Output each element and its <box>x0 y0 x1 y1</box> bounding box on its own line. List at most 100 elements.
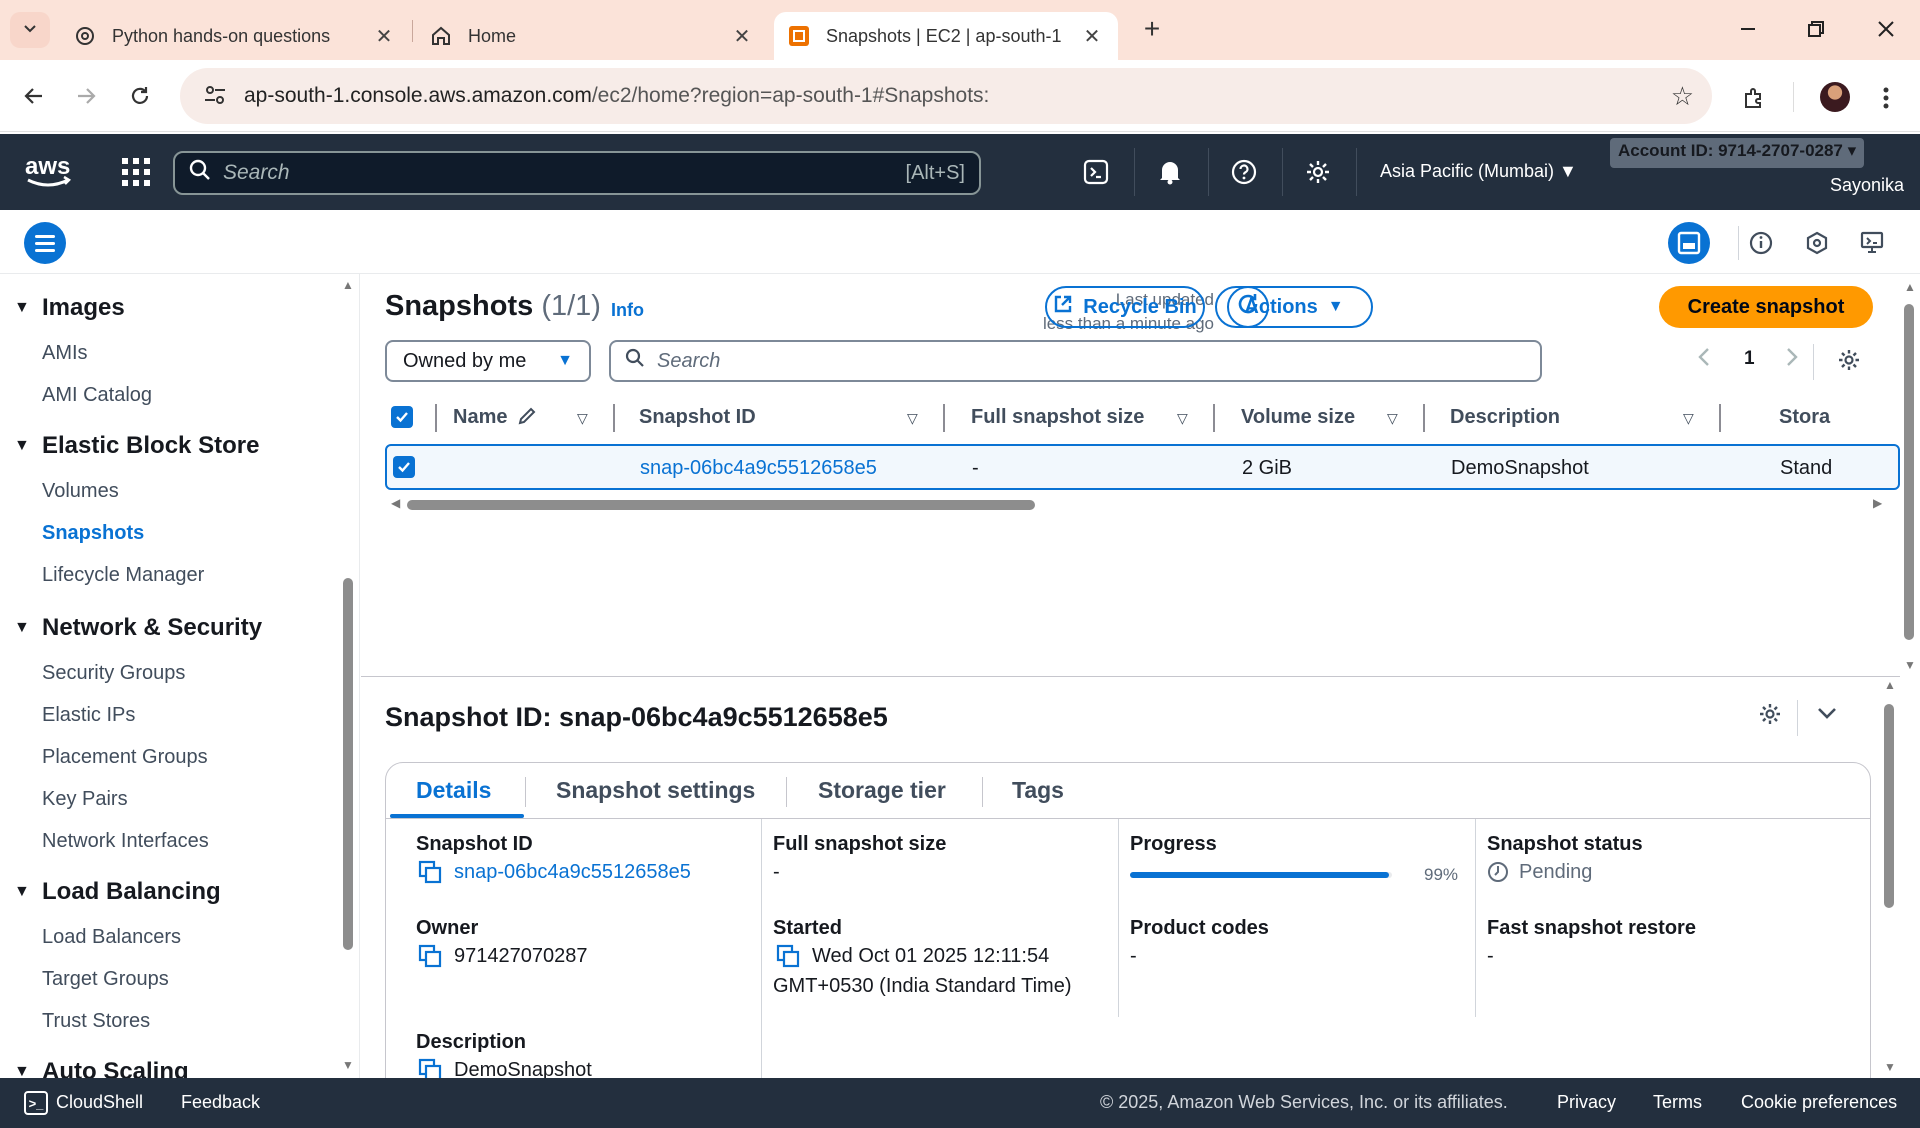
scroll-down-arrow[interactable]: ▼ <box>1884 1060 1896 1074</box>
extensions-icon[interactable] <box>1734 78 1774 118</box>
sort-icon[interactable]: ▽ <box>577 410 588 427</box>
scrollbar-thumb[interactable] <box>407 500 1035 510</box>
browser-tab-home[interactable]: Home ✕ <box>416 12 768 60</box>
sidebar-section-images[interactable]: ▼ Images <box>14 294 125 322</box>
footer-cookie-preferences-link[interactable]: Cookie preferences <box>1741 1092 1897 1113</box>
sidebar-item-target-groups[interactable]: Target Groups <box>42 968 169 991</box>
aws-search-input[interactable]: Search [Alt+S] <box>173 151 981 195</box>
page-number[interactable]: 1 <box>1744 348 1755 370</box>
scroll-down-arrow[interactable]: ▼ <box>1904 658 1916 672</box>
aws-logo[interactable]: aws <box>24 152 74 192</box>
scroll-right-arrow[interactable]: ▶ <box>1873 496 1882 510</box>
chevron-down-icon[interactable] <box>1816 702 1838 730</box>
tab-details[interactable]: Details <box>416 777 491 804</box>
account-id-badge[interactable]: Account ID: 9714-2707-0287 ▾ <box>1610 138 1865 168</box>
scrollbar-thumb[interactable] <box>1884 704 1894 908</box>
hamburger-menu-icon[interactable] <box>24 222 66 264</box>
services-menu-icon[interactable] <box>122 158 150 186</box>
split-panel-icon[interactable] <box>1668 222 1710 264</box>
gear-icon[interactable] <box>1837 348 1861 377</box>
sidebar-section-ebs[interactable]: ▼ Elastic Block Store <box>14 432 259 460</box>
column-header-volume-size[interactable]: Volume size <box>1241 406 1355 429</box>
next-page-icon[interactable] <box>1785 346 1799 374</box>
scrollbar-thumb[interactable] <box>343 578 353 950</box>
main-vertical-scrollbar[interactable]: ▲ ▼ <box>1900 274 1920 674</box>
sidebar-item-placement-groups[interactable]: Placement Groups <box>42 746 208 769</box>
tab-snapshot-settings[interactable]: Snapshot settings <box>556 777 755 804</box>
info-icon[interactable] <box>1740 222 1782 264</box>
scrollbar-thumb[interactable] <box>1904 304 1914 640</box>
tab-search-button[interactable] <box>10 12 50 48</box>
sidebar-item-amis[interactable]: AMIs <box>42 342 88 365</box>
feedback-monitor-icon[interactable] <box>1852 222 1894 264</box>
sidebar-item-load-balancers[interactable]: Load Balancers <box>42 926 181 949</box>
copy-icon[interactable] <box>418 941 444 971</box>
cell-snapshot-id-link[interactable]: snap-06bc4a9c5512658e5 <box>640 457 877 480</box>
reload-icon[interactable] <box>122 78 158 114</box>
footer-feedback-link[interactable]: Feedback <box>181 1092 260 1113</box>
snapshot-search-input[interactable]: Search <box>609 340 1542 382</box>
help-icon[interactable] <box>1226 154 1262 190</box>
close-window-icon[interactable] <box>1871 14 1901 44</box>
column-header-snapshot-id[interactable]: Snapshot ID <box>639 406 756 429</box>
scroll-up-arrow[interactable]: ▲ <box>342 278 354 292</box>
table-row[interactable]: snap-06bc4a9c5512658e5 - 2 GiB DemoSnaps… <box>385 444 1900 490</box>
sidebar-item-elastic-ips[interactable]: Elastic IPs <box>42 704 135 727</box>
sidebar-item-ami-catalog[interactable]: AMI Catalog <box>42 384 152 407</box>
sort-icon[interactable]: ▽ <box>1387 410 1398 427</box>
sidebar-section-auto-scaling[interactable]: ▼ Auto Scaling <box>14 1058 189 1078</box>
table-horizontal-scrollbar[interactable]: ◀ ▶ <box>385 494 1889 514</box>
column-header-full-snapshot-size[interactable]: Full snapshot size <box>971 406 1144 429</box>
actions-dropdown[interactable]: Actions ▼ <box>1215 286 1373 328</box>
sidebar-item-security-groups[interactable]: Security Groups <box>42 662 185 685</box>
sidebar-item-volumes[interactable]: Volumes <box>42 480 119 503</box>
scroll-down-arrow[interactable]: ▼ <box>342 1058 354 1072</box>
info-link[interactable]: Info <box>611 300 644 321</box>
column-header-description[interactable]: Description <box>1450 406 1560 429</box>
sort-icon[interactable]: ▽ <box>907 410 918 427</box>
sidebar-section-load-balancing[interactable]: ▼ Load Balancing <box>14 878 221 906</box>
detail-vertical-scrollbar[interactable]: ▲ ▼ <box>1880 678 1900 1078</box>
snapshot-id-value[interactable]: snap-06bc4a9c5512658e5 <box>418 857 691 887</box>
bell-icon[interactable] <box>1152 154 1188 190</box>
cloudshell-icon[interactable]: >_ <box>24 1091 48 1115</box>
create-snapshot-button[interactable]: Create snapshot <box>1659 286 1873 328</box>
column-header-storage[interactable]: Stora <box>1779 406 1830 429</box>
sidebar-item-key-pairs[interactable]: Key Pairs <box>42 788 128 811</box>
copy-icon[interactable] <box>418 857 444 887</box>
sidebar-item-snapshots[interactable]: Snapshots <box>42 522 144 545</box>
sort-icon[interactable]: ▽ <box>1683 410 1694 427</box>
back-icon[interactable] <box>16 78 52 114</box>
tab-storage-tier[interactable]: Storage tier <box>818 777 946 804</box>
restore-icon[interactable] <box>1801 14 1831 44</box>
snapshot-id-text[interactable]: snap-06bc4a9c5512658e5 <box>454 857 691 887</box>
tab-tags[interactable]: Tags <box>1012 777 1064 804</box>
region-selector[interactable]: Asia Pacific (Mumbai) ▼ <box>1380 161 1577 182</box>
url-bar[interactable]: ap-south-1.console.aws.amazon.com/ec2/ho… <box>180 68 1712 124</box>
sidebar-section-network-security[interactable]: ▼ Network & Security <box>14 614 262 642</box>
browser-tab-snapshots[interactable]: Snapshots | EC2 | ap-south-1 ✕ <box>774 12 1118 60</box>
copy-icon[interactable] <box>776 941 802 971</box>
scroll-up-arrow[interactable]: ▲ <box>1904 280 1916 294</box>
scroll-left-arrow[interactable]: ◀ <box>391 496 400 510</box>
browser-tab-python[interactable]: Python hands-on questions ✕ <box>60 12 410 60</box>
footer-privacy-link[interactable]: Privacy <box>1557 1092 1616 1113</box>
minimize-icon[interactable] <box>1733 14 1763 44</box>
sort-icon[interactable]: ▽ <box>1177 410 1188 427</box>
sidebar-scrollbar[interactable]: ▲ ▼ <box>340 274 356 1078</box>
new-tab-button[interactable]: + <box>1136 14 1168 46</box>
bookmark-star-icon[interactable]: ☆ <box>1671 81 1694 112</box>
forward-icon[interactable] <box>68 78 104 114</box>
scroll-up-arrow[interactable]: ▲ <box>1884 678 1896 692</box>
gear-icon[interactable] <box>1300 154 1336 190</box>
profile-avatar[interactable] <box>1820 82 1850 112</box>
select-all-checkbox[interactable] <box>391 406 413 428</box>
sidebar-item-network-interfaces[interactable]: Network Interfaces <box>42 830 209 853</box>
copy-icon[interactable] <box>418 1055 444 1078</box>
footer-terms-link[interactable]: Terms <box>1653 1092 1702 1113</box>
cloudshell-icon[interactable] <box>1078 154 1114 190</box>
user-menu[interactable]: Sayonika <box>1830 175 1904 196</box>
gear-icon[interactable] <box>1758 702 1782 731</box>
column-header-name[interactable]: Name <box>453 406 537 429</box>
sidebar-item-lifecycle-manager[interactable]: Lifecycle Manager <box>42 564 204 587</box>
